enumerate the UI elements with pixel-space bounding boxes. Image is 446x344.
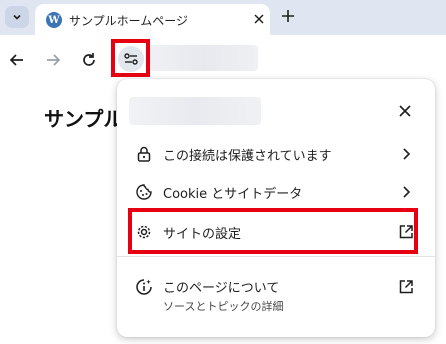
open-external-icon	[399, 280, 413, 294]
wordpress-icon: W	[46, 12, 62, 28]
divider	[117, 256, 435, 257]
site-host-blurred	[129, 97, 261, 125]
connection-secure-label: この接続は保護されています	[163, 148, 332, 164]
connection-secure-item[interactable]: この接続は保護されています	[117, 135, 435, 173]
highlight-site-info	[111, 39, 150, 77]
chevron-right-icon	[403, 186, 411, 198]
tab-title: サンプルホームページ	[69, 14, 189, 28]
chevron-down-icon	[13, 14, 21, 20]
page-heading: サンプル	[44, 107, 124, 131]
about-page-sublabel: ソースとトピックの詳細	[163, 300, 284, 313]
lock-icon	[137, 146, 151, 162]
close-icon[interactable]	[397, 103, 413, 119]
close-icon[interactable]	[253, 13, 265, 25]
forward-icon[interactable]	[43, 50, 63, 70]
about-page-label: このページについて	[163, 281, 280, 296]
tab-strip: W サンプルホームページ	[0, 0, 446, 35]
cookie-icon	[136, 184, 152, 200]
highlight-site-settings	[128, 208, 418, 254]
reload-icon[interactable]	[79, 50, 99, 70]
about-page-item[interactable]: このページについて ソースとトピックの詳細	[117, 273, 435, 319]
page-info-icon	[136, 279, 152, 295]
new-tab-icon[interactable]	[279, 7, 297, 25]
tab-search-button[interactable]	[5, 6, 29, 28]
cookies-label: Cookie とサイトデータ	[163, 186, 303, 202]
address-bar-blurred[interactable]	[148, 45, 258, 71]
active-tab[interactable]: W サンプルホームページ	[35, 4, 270, 35]
back-icon[interactable]	[7, 50, 27, 70]
cookies-item[interactable]: Cookie とサイトデータ	[117, 173, 435, 211]
chevron-right-icon	[403, 148, 411, 160]
